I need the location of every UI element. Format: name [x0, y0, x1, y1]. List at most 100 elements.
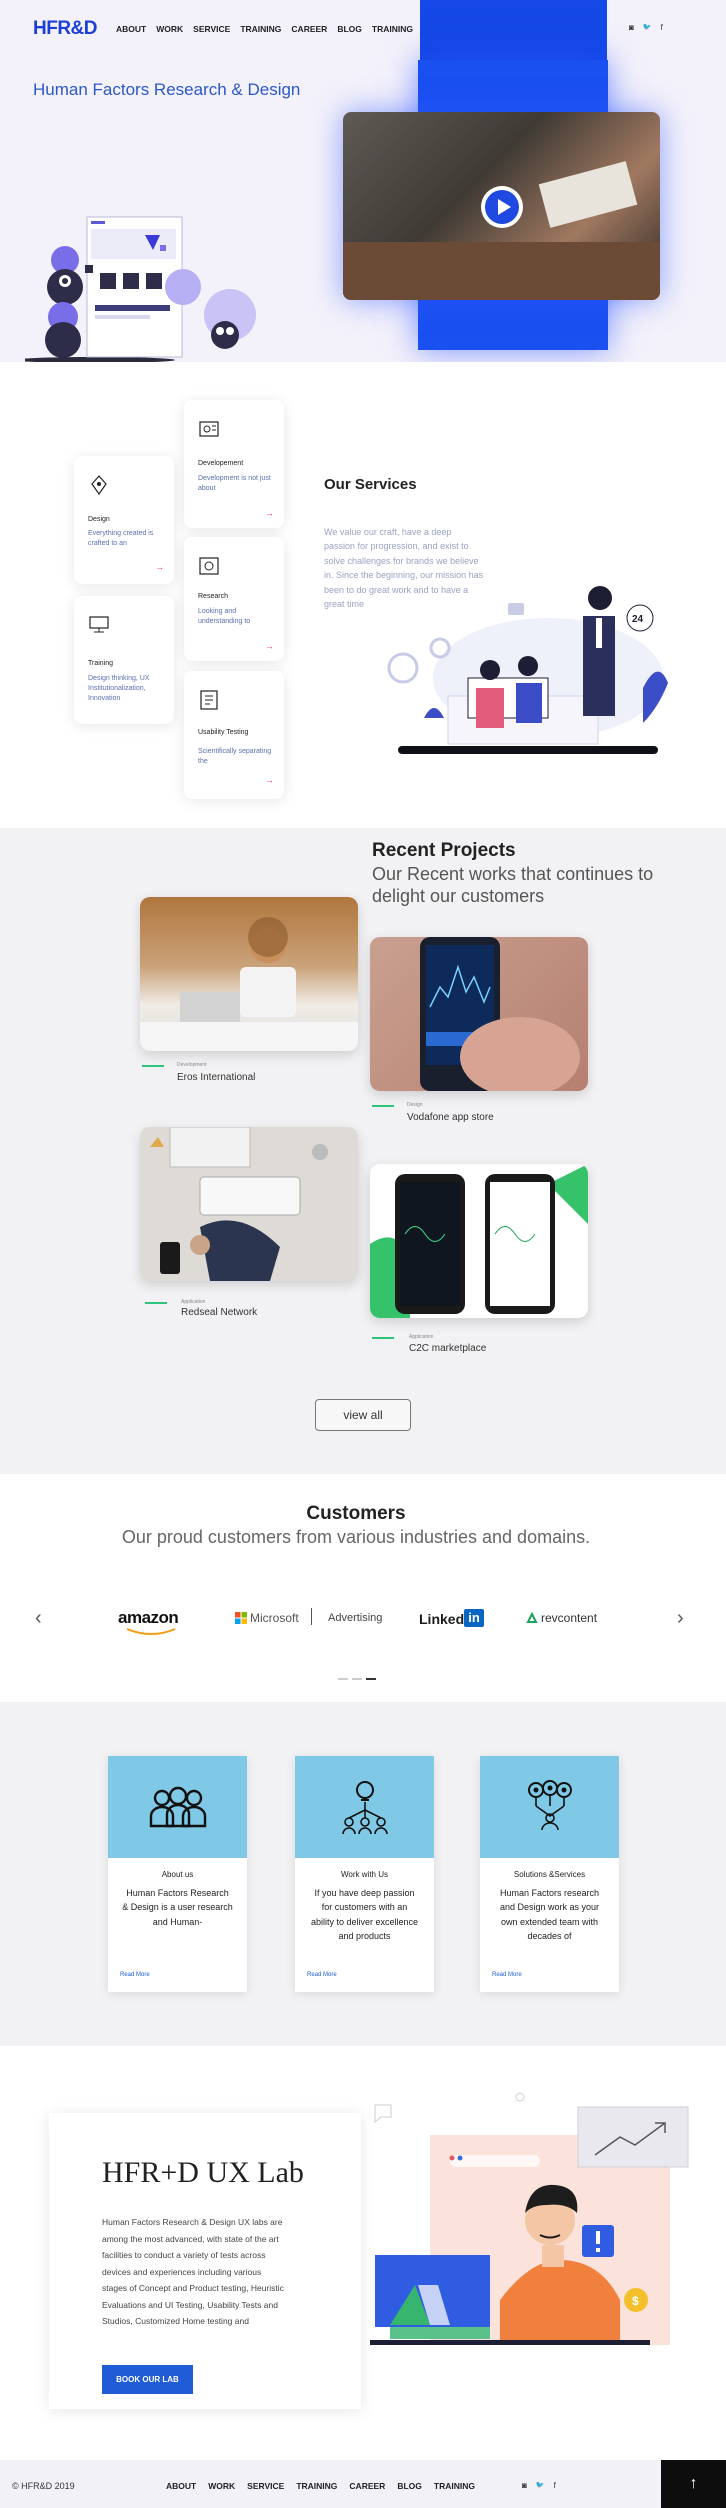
project-name[interactable]: Vodafone app store	[407, 1112, 494, 1123]
read-more-link[interactable]: Read More	[492, 1972, 522, 1978]
hero-illustration	[25, 216, 256, 363]
about-card-title: About us	[161, 1870, 194, 1879]
book-lab-button[interactable]: BOOK OUR LAB	[102, 2365, 193, 2394]
view-all-button[interactable]: view all	[315, 1399, 411, 1431]
footer-nav-about[interactable]: ABOUT	[166, 2481, 196, 2491]
project-name[interactable]: Redseal Network	[181, 1307, 257, 1318]
read-more-link[interactable]: Read More	[307, 1972, 337, 1978]
logo[interactable]: HFR&D	[33, 18, 98, 40]
project-name[interactable]: Eros International	[177, 1072, 255, 1083]
advertising-text: Advertising	[328, 1612, 383, 1624]
arrow-right-icon[interactable]: →	[265, 641, 274, 651]
footer-nav-work[interactable]: WORK	[208, 2481, 235, 2491]
service-card-usability-testing[interactable]: Usability Testing Scientifically separat…	[184, 671, 284, 799]
solutions-services-card[interactable]: Solutions &Services Human Factors resear…	[480, 1756, 619, 1992]
carousel-dots	[338, 1678, 376, 1680]
back-to-top-button[interactable]: ↑	[661, 2460, 726, 2508]
nav-about[interactable]: ABOUT	[116, 24, 146, 34]
facebook-icon[interactable]: f	[661, 23, 663, 32]
service-card-desc: Scientifically separating the	[198, 748, 272, 765]
carousel-dot[interactable]	[338, 1678, 348, 1680]
microsoft-logo-icon	[235, 1612, 247, 1624]
service-card-title: Developement	[198, 460, 244, 467]
project-image-c2c[interactable]	[370, 1164, 588, 1318]
project-category: Application	[181, 1299, 206, 1305]
hero-title: Human Factors Research & Design	[33, 80, 301, 99]
development-icon	[199, 421, 219, 437]
about-card-desc: If you have deep passion for customers w…	[310, 1888, 419, 1942]
footer-nav-service[interactable]: SERVICE	[247, 2481, 284, 2491]
facebook-icon[interactable]: f	[554, 2481, 556, 2490]
amazon-smile-icon	[126, 1628, 176, 1635]
about-card-desc: Human Factors research and Design work a…	[499, 1888, 600, 1942]
idea-team-icon	[342, 1781, 388, 1834]
project-image-eros[interactable]	[140, 897, 358, 1051]
about-card-title: Solutions &Services	[513, 1870, 586, 1879]
twitter-icon[interactable]: 🐦	[643, 23, 652, 32]
usability-testing-icon	[200, 690, 218, 710]
microsoft-logo-text: Microsoft	[250, 1611, 299, 1625]
service-card-research[interactable]: Research Looking and understanding to →	[184, 537, 284, 661]
project-accent-line	[372, 1337, 394, 1339]
team-illustration: 24	[387, 586, 668, 754]
customers-title: Customers	[306, 1503, 406, 1524]
service-card-developement[interactable]: Developement Development is not just abo…	[184, 400, 284, 528]
service-card-design[interactable]: Design Everything created is crafted to …	[74, 456, 174, 584]
twitter-icon[interactable]: 🐦	[536, 2481, 545, 2490]
nav-work[interactable]: WORK	[156, 24, 183, 34]
projects-title: Recent Projects	[372, 840, 516, 861]
carousel-prev-icon[interactable]: ‹	[35, 1607, 42, 1630]
project-accent-line	[142, 1065, 164, 1067]
nav-blog[interactable]: BLOG	[337, 24, 362, 34]
work-with-us-card[interactable]: Work with Us If you have deep passion fo…	[295, 1756, 434, 1992]
project-name[interactable]: C2C marketplace	[409, 1343, 486, 1354]
footer-nav-blog[interactable]: BLOG	[397, 2481, 422, 2491]
research-icon	[199, 557, 219, 575]
carousel-dot-active[interactable]	[366, 1678, 376, 1680]
service-card-title: Training	[88, 660, 114, 667]
linkedin-in-icon: in	[464, 1609, 484, 1627]
footer-nav-training[interactable]: TRAINING	[296, 2481, 337, 2491]
design-pen-icon	[91, 475, 107, 496]
footer-nav-training-2[interactable]: TRAINING	[434, 2481, 475, 2491]
revcontent-logo-icon	[526, 1612, 538, 1623]
carousel-dot[interactable]	[352, 1678, 362, 1680]
project-accent-line	[372, 1105, 394, 1107]
instagram-icon[interactable]: ◙	[629, 23, 634, 32]
arrow-right-icon[interactable]: →	[155, 562, 164, 572]
solutions-people-icon	[528, 1780, 572, 1830]
project-category: Application	[409, 1334, 434, 1340]
customers-subtitle: Our proud customers from various industr…	[121, 1527, 591, 1547]
instagram-icon[interactable]: ◙	[522, 2481, 527, 2490]
header-social: ◙ 🐦 f	[629, 23, 663, 32]
about-card-desc: Human Factors Research & Design is a use…	[122, 1888, 233, 1927]
service-card-desc: Design thinking, UX Institutionalization…	[88, 675, 150, 702]
projects-subtitle: Our Recent works that continues to delig…	[372, 864, 654, 906]
logo-divider	[311, 1608, 312, 1625]
arrow-right-icon[interactable]: →	[265, 508, 274, 518]
nav-career[interactable]: CAREER	[291, 24, 327, 34]
project-category: Design	[407, 1102, 423, 1108]
footer-social: ◙ 🐦 f	[522, 2481, 556, 2490]
about-card[interactable]: About us Human Factors Research & Design…	[108, 1756, 247, 1992]
training-board-icon	[89, 616, 109, 633]
people-group-icon	[149, 1786, 207, 1828]
arrow-right-icon[interactable]: →	[265, 775, 274, 785]
service-card-desc: Everything created is crafted to an	[88, 530, 154, 547]
services-title: Our Services	[324, 476, 417, 493]
footer-nav-career[interactable]: CAREER	[349, 2481, 385, 2491]
nav-service[interactable]: SERVICE	[193, 24, 230, 34]
copyright: © HFR&D 2019	[12, 2481, 75, 2491]
project-image-vodafone[interactable]	[370, 937, 588, 1091]
svg-text:24: 24	[632, 614, 644, 625]
nav-training[interactable]: TRAINING	[240, 24, 281, 34]
read-more-link[interactable]: Read More	[120, 1972, 150, 1978]
revcontent-logo-text: revcontent	[541, 1611, 598, 1625]
about-card-title: Work with Us	[341, 1870, 388, 1879]
service-card-training[interactable]: Training Design thinking, UX Institution…	[74, 596, 174, 724]
projects-section	[0, 828, 726, 1474]
project-image-redseal[interactable]	[140, 1127, 358, 1281]
amazon-logo: amazon	[118, 1608, 179, 1627]
nav-training-2[interactable]: TRAINING	[372, 24, 413, 34]
carousel-next-icon[interactable]: ›	[677, 1607, 684, 1630]
